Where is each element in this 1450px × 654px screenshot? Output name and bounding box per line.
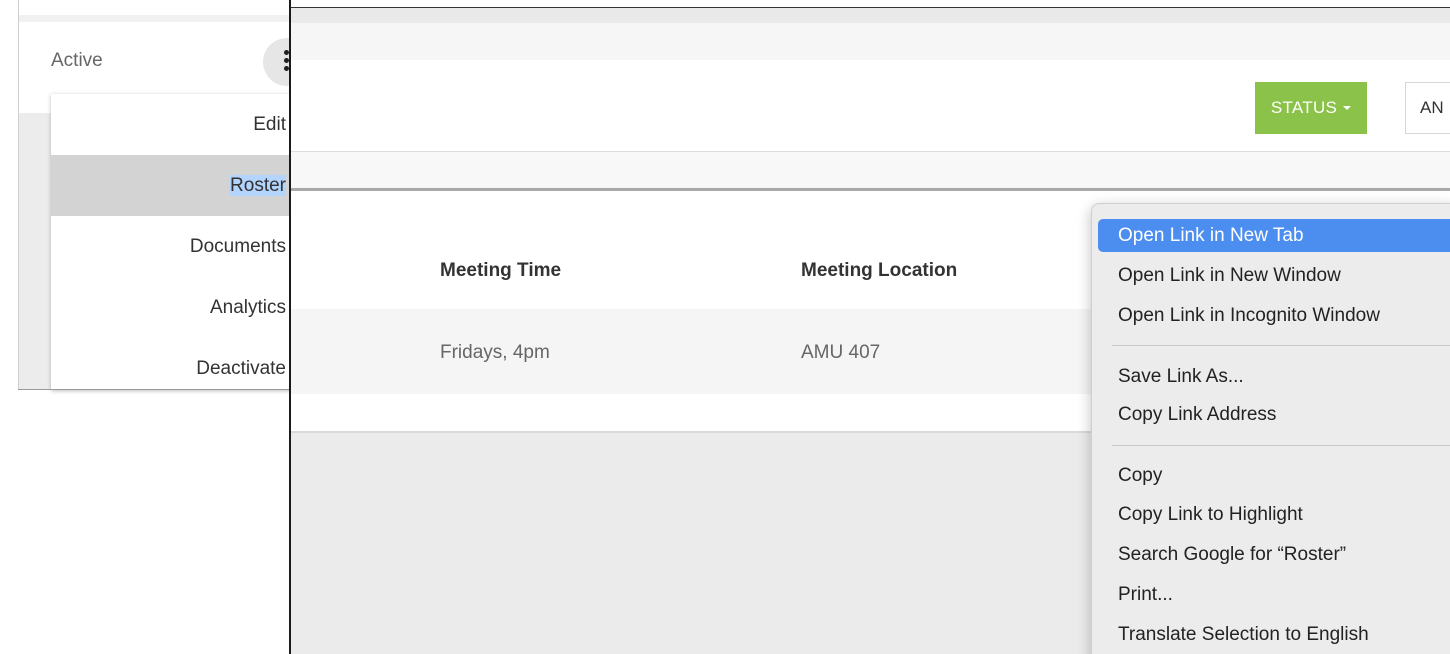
context-menu-copy-link-address[interactable]: Copy Link Address — [1098, 398, 1450, 431]
screenshot-root: Active Edit Roster Documents Analytics D… — [0, 0, 1450, 654]
status-label: Active — [51, 50, 103, 71]
column-header-meeting-time: Meeting Time — [440, 260, 562, 281]
left-panel-bottom-border — [18, 389, 290, 390]
context-menu-copy[interactable]: Copy — [1098, 459, 1450, 492]
secondary-button-label: AN — [1420, 98, 1444, 117]
cell-meeting-location: AMU 407 — [801, 342, 881, 363]
context-menu-open-new-window[interactable]: Open Link in New Window — [1098, 259, 1450, 292]
section-gap — [291, 152, 1450, 189]
context-menu-separator — [1112, 345, 1450, 346]
header-strip — [291, 8, 1450, 23]
context-menu-save-link-as[interactable]: Save Link As... — [1098, 360, 1450, 393]
action-menu-item-analytics[interactable]: Analytics — [51, 277, 290, 338]
left-panel: Active Edit Roster Documents Analytics D… — [0, 0, 290, 654]
action-menu-item-documents[interactable]: Documents — [51, 216, 290, 277]
action-menu-item-roster[interactable]: Roster — [51, 155, 290, 216]
status-button-label: STATUS — [1270, 98, 1338, 117]
browser-context-menu: Open Link in New Tab Open Link in New Wi… — [1091, 203, 1450, 654]
context-menu-print[interactable]: Print... — [1098, 578, 1450, 611]
action-menu-item-label: Edit — [253, 114, 286, 135]
context-menu-open-new-tab[interactable]: Open Link in New Tab — [1098, 219, 1450, 252]
cell-meeting-time: Fridays, 4pm — [440, 342, 550, 363]
left-background-area — [19, 113, 51, 389]
action-menu-item-label: Analytics — [209, 297, 286, 318]
toolbar-secondary-button[interactable]: AN — [1405, 82, 1450, 134]
caret-down-icon — [1343, 106, 1352, 110]
column-header-meeting-location: Meeting Location — [801, 260, 958, 281]
action-menu: Edit Roster Documents Analytics Deactiva… — [51, 94, 290, 390]
subheader-strip — [291, 23, 1450, 60]
context-menu-translate[interactable]: Translate Selection to English — [1098, 618, 1450, 651]
left-top-strip — [19, 15, 290, 22]
context-menu-search-google[interactable]: Search Google for “Roster” — [1098, 538, 1450, 571]
action-menu-item-label: Deactivate — [196, 358, 286, 379]
context-menu-separator — [1112, 445, 1450, 446]
context-menu-open-incognito[interactable]: Open Link in Incognito Window — [1098, 299, 1450, 332]
more-options-button[interactable] — [263, 38, 290, 86]
status-dropdown-button[interactable]: STATUS — [1255, 82, 1367, 134]
action-menu-item-label: Documents — [189, 236, 286, 257]
action-menu-item-label: Roster — [230, 175, 286, 196]
context-menu-copy-link-to-highlight[interactable]: Copy Link to Highlight — [1098, 498, 1450, 531]
action-menu-item-edit[interactable]: Edit — [51, 94, 290, 155]
